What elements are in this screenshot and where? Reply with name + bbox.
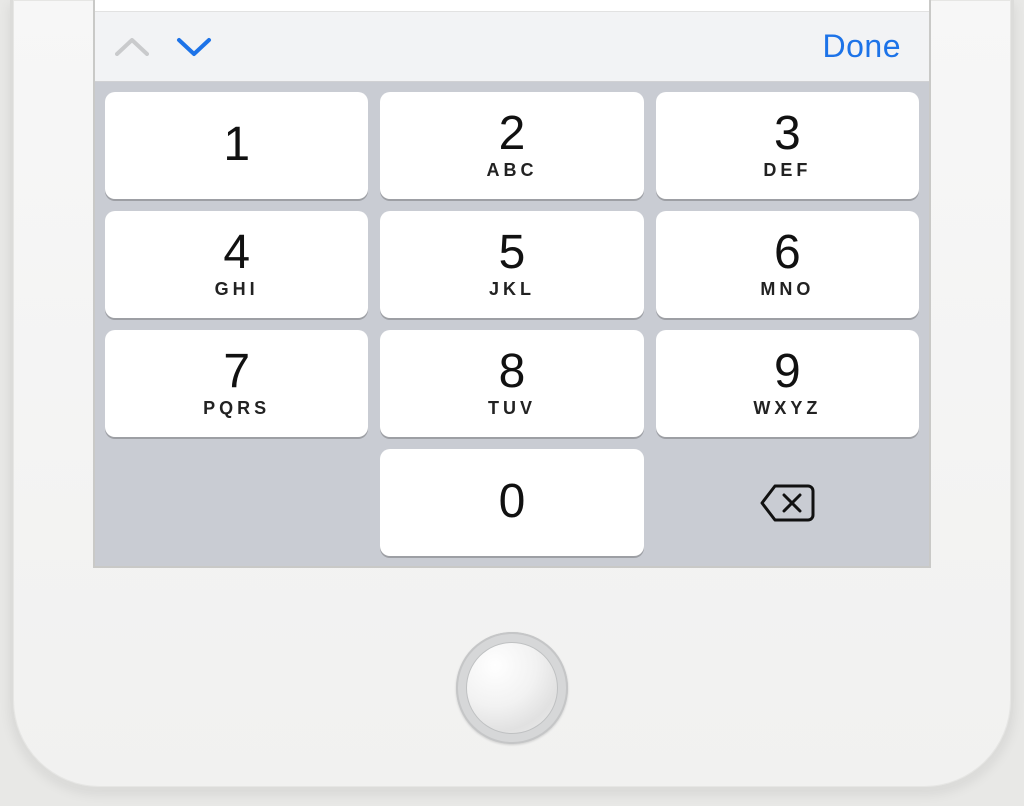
keypad-row: 0: [105, 449, 919, 556]
chevron-up-icon[interactable]: [113, 34, 151, 60]
backspace-key[interactable]: [656, 449, 919, 556]
screen: Done 1 2 ABC 3 DEF 4 GHI: [93, 0, 931, 568]
key-digit: 7: [223, 348, 250, 396]
done-button[interactable]: Done: [823, 28, 902, 65]
backspace-icon: [758, 482, 816, 524]
key-8[interactable]: 8 TUV: [380, 330, 643, 437]
key-letters: GHI: [215, 279, 259, 300]
key-1[interactable]: 1: [105, 92, 368, 199]
keypad-row: 4 GHI 5 JKL 6 MNO: [105, 211, 919, 318]
key-2[interactable]: 2 ABC: [380, 92, 643, 199]
key-digit: 6: [774, 229, 801, 277]
key-digit: 9: [774, 348, 801, 396]
device-frame: Done 1 2 ABC 3 DEF 4 GHI: [10, 0, 1014, 790]
key-7[interactable]: 7 PQRS: [105, 330, 368, 437]
key-letters: TUV: [488, 398, 536, 419]
key-digit: 2: [499, 110, 526, 158]
key-digit: 8: [499, 348, 526, 396]
key-4[interactable]: 4 GHI: [105, 211, 368, 318]
home-button-area: [13, 568, 1011, 787]
key-6[interactable]: 6 MNO: [656, 211, 919, 318]
key-letters: WXYZ: [753, 398, 821, 419]
number-keypad: 1 2 ABC 3 DEF 4 GHI 5 J: [95, 82, 929, 566]
key-5[interactable]: 5 JKL: [380, 211, 643, 318]
key-digit: 5: [499, 229, 526, 277]
key-3[interactable]: 3 DEF: [656, 92, 919, 199]
key-blank: [105, 449, 368, 556]
keypad-row: 1 2 ABC 3 DEF: [105, 92, 919, 199]
key-letters: DEF: [763, 160, 811, 181]
keyboard-accessory-bar: Done: [95, 12, 929, 82]
chevron-down-icon[interactable]: [175, 34, 213, 60]
keypad-row: 7 PQRS 8 TUV 9 WXYZ: [105, 330, 919, 437]
key-letters: JKL: [489, 279, 535, 300]
content-area-edge: [95, 0, 929, 12]
key-digit: 4: [223, 229, 250, 277]
key-digit: 3: [774, 110, 801, 158]
key-9[interactable]: 9 WXYZ: [656, 330, 919, 437]
key-0[interactable]: 0: [380, 449, 643, 556]
key-letters: PQRS: [203, 398, 270, 419]
field-nav-group: [113, 34, 213, 60]
key-letters: MNO: [760, 279, 814, 300]
key-letters: ABC: [486, 160, 537, 181]
key-digit: 0: [499, 478, 526, 526]
home-button[interactable]: [456, 632, 568, 744]
key-digit: 1: [223, 121, 250, 169]
